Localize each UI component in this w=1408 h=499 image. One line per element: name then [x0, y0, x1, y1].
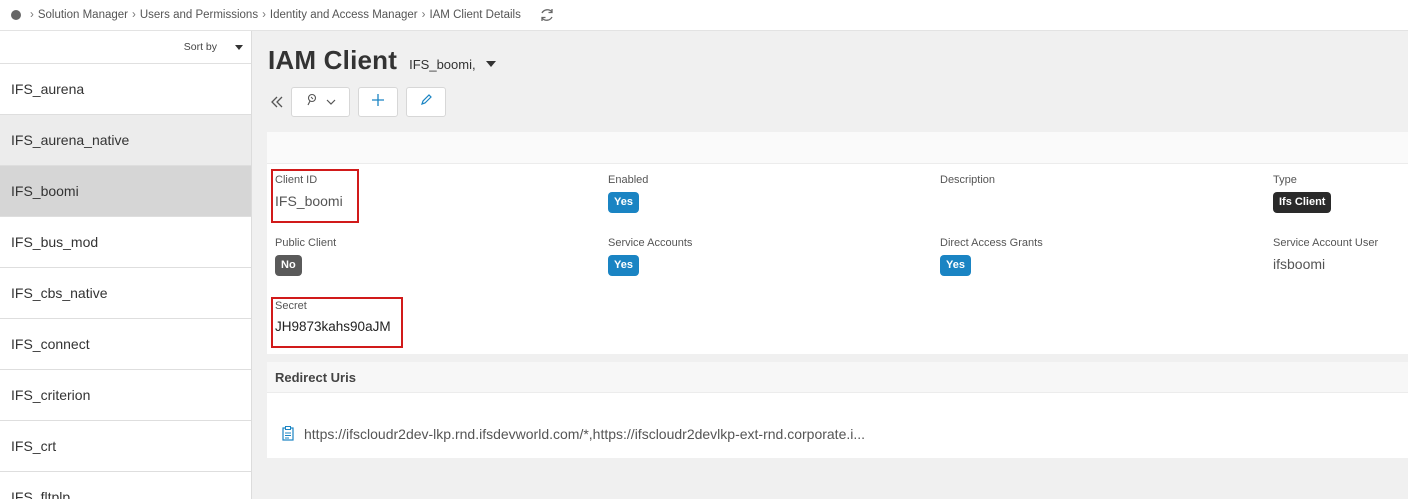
- chevron-right-icon: ›: [421, 9, 426, 21]
- service-accounts-badge: Yes: [608, 255, 639, 276]
- record-selector[interactable]: IFS_boomi,: [409, 57, 496, 72]
- client-id-highlight: [271, 169, 359, 223]
- breadcrumb-users-permissions[interactable]: Users and Permissions: [140, 9, 258, 21]
- chevron-down-icon: [326, 99, 336, 106]
- page-title: IAM Client: [268, 45, 398, 75]
- list-item[interactable]: IFS_aurena_native: [0, 115, 251, 166]
- list-item-selected[interactable]: IFS_boomi: [0, 166, 251, 217]
- list-item[interactable]: IFS_connect: [0, 319, 251, 370]
- redirect-uris-row: https://ifscloudr2dev-lkp.rnd.ifsdevworl…: [282, 426, 865, 442]
- field-public-client: Public Client No: [275, 237, 336, 276]
- title-row: IAM Client IFS_boomi,: [268, 45, 496, 76]
- redirect-uris-title: Redirect Uris: [267, 362, 1408, 393]
- card-header: [267, 132, 1408, 164]
- record-selector-value: IFS_boomi,: [409, 57, 476, 72]
- enabled-badge: Yes: [608, 192, 639, 213]
- chevron-right-icon: ›: [132, 9, 136, 21]
- service-account-user-value: ifsboomi: [1273, 256, 1326, 272]
- service-accounts-label: Service Accounts: [608, 237, 693, 249]
- list-item[interactable]: IFS_criterion: [0, 370, 251, 421]
- caret-down-icon: [485, 60, 496, 67]
- public-client-label: Public Client: [275, 237, 337, 249]
- direct-access-grants-label: Direct Access Grants: [940, 237, 1043, 249]
- list-item[interactable]: IFS_bus_mod: [0, 217, 251, 268]
- enabled-label: Enabled: [608, 174, 649, 186]
- sort-by-control[interactable]: Sort by: [0, 31, 251, 64]
- breadcrumb-bar: › Solution Manager › Users and Permissio…: [0, 0, 1408, 31]
- service-account-user-label: Service Account User: [1273, 237, 1379, 249]
- redirect-uris-section: Redirect Uris https://ifscloudr2dev-lkp.…: [267, 362, 1408, 458]
- direct-access-grants-badge: Yes: [940, 255, 971, 276]
- record-list-sidebar: Sort by IFS_aurena IFS_aurena_native IFS…: [0, 31, 252, 499]
- field-description: Description: [940, 174, 995, 193]
- field-service-account-user: Service Account User ifsboomi: [1273, 237, 1378, 272]
- document-icon[interactable]: [282, 426, 296, 442]
- secret-highlight: [271, 297, 403, 348]
- edit-record-button[interactable]: [406, 87, 446, 117]
- main-content: IAM Client IFS_boomi, Client ID IFS_boom…: [252, 31, 1408, 499]
- refresh-icon[interactable]: [539, 7, 555, 23]
- description-label: Description: [940, 174, 996, 186]
- double-chevron-left-icon[interactable]: [268, 93, 286, 111]
- pin-icon: [305, 93, 319, 112]
- toolbar: [268, 87, 454, 117]
- type-badge: Ifs Client: [1273, 192, 1332, 213]
- list-item[interactable]: IFS_cbs_native: [0, 268, 251, 319]
- type-label: Type: [1273, 174, 1297, 186]
- new-record-button[interactable]: [358, 87, 398, 117]
- breadcrumb-identity-access[interactable]: Identity and Access Manager: [270, 9, 418, 21]
- field-direct-access-grants: Direct Access Grants Yes: [940, 237, 1043, 276]
- public-client-badge: No: [275, 255, 302, 276]
- breadcrumb-iam-client-details: IAM Client Details: [429, 9, 521, 21]
- sort-by-label: Sort by: [183, 41, 217, 53]
- list-item[interactable]: IFS_crt: [0, 421, 251, 472]
- command-menu-button[interactable]: [291, 87, 350, 117]
- redirect-uris-value: https://ifscloudr2dev-lkp.rnd.ifsdevworl…: [304, 426, 866, 442]
- field-type: Type Ifs Client: [1273, 174, 1332, 213]
- home-icon[interactable]: [11, 10, 21, 20]
- plus-icon: [372, 93, 384, 111]
- field-service-accounts: Service Accounts Yes: [608, 237, 692, 276]
- breadcrumb-solution-manager[interactable]: Solution Manager: [38, 9, 128, 21]
- field-enabled: Enabled Yes: [608, 174, 648, 213]
- client-details-card: Client ID IFS_boomi Enabled Yes Descript…: [267, 132, 1408, 354]
- list-item[interactable]: IFS_fltplp: [0, 472, 251, 499]
- pencil-icon: [420, 93, 432, 111]
- caret-down-icon: [235, 44, 243, 50]
- chevron-right-icon: ›: [30, 9, 34, 21]
- chevron-right-icon: ›: [262, 9, 266, 21]
- list-item[interactable]: IFS_aurena: [0, 64, 251, 115]
